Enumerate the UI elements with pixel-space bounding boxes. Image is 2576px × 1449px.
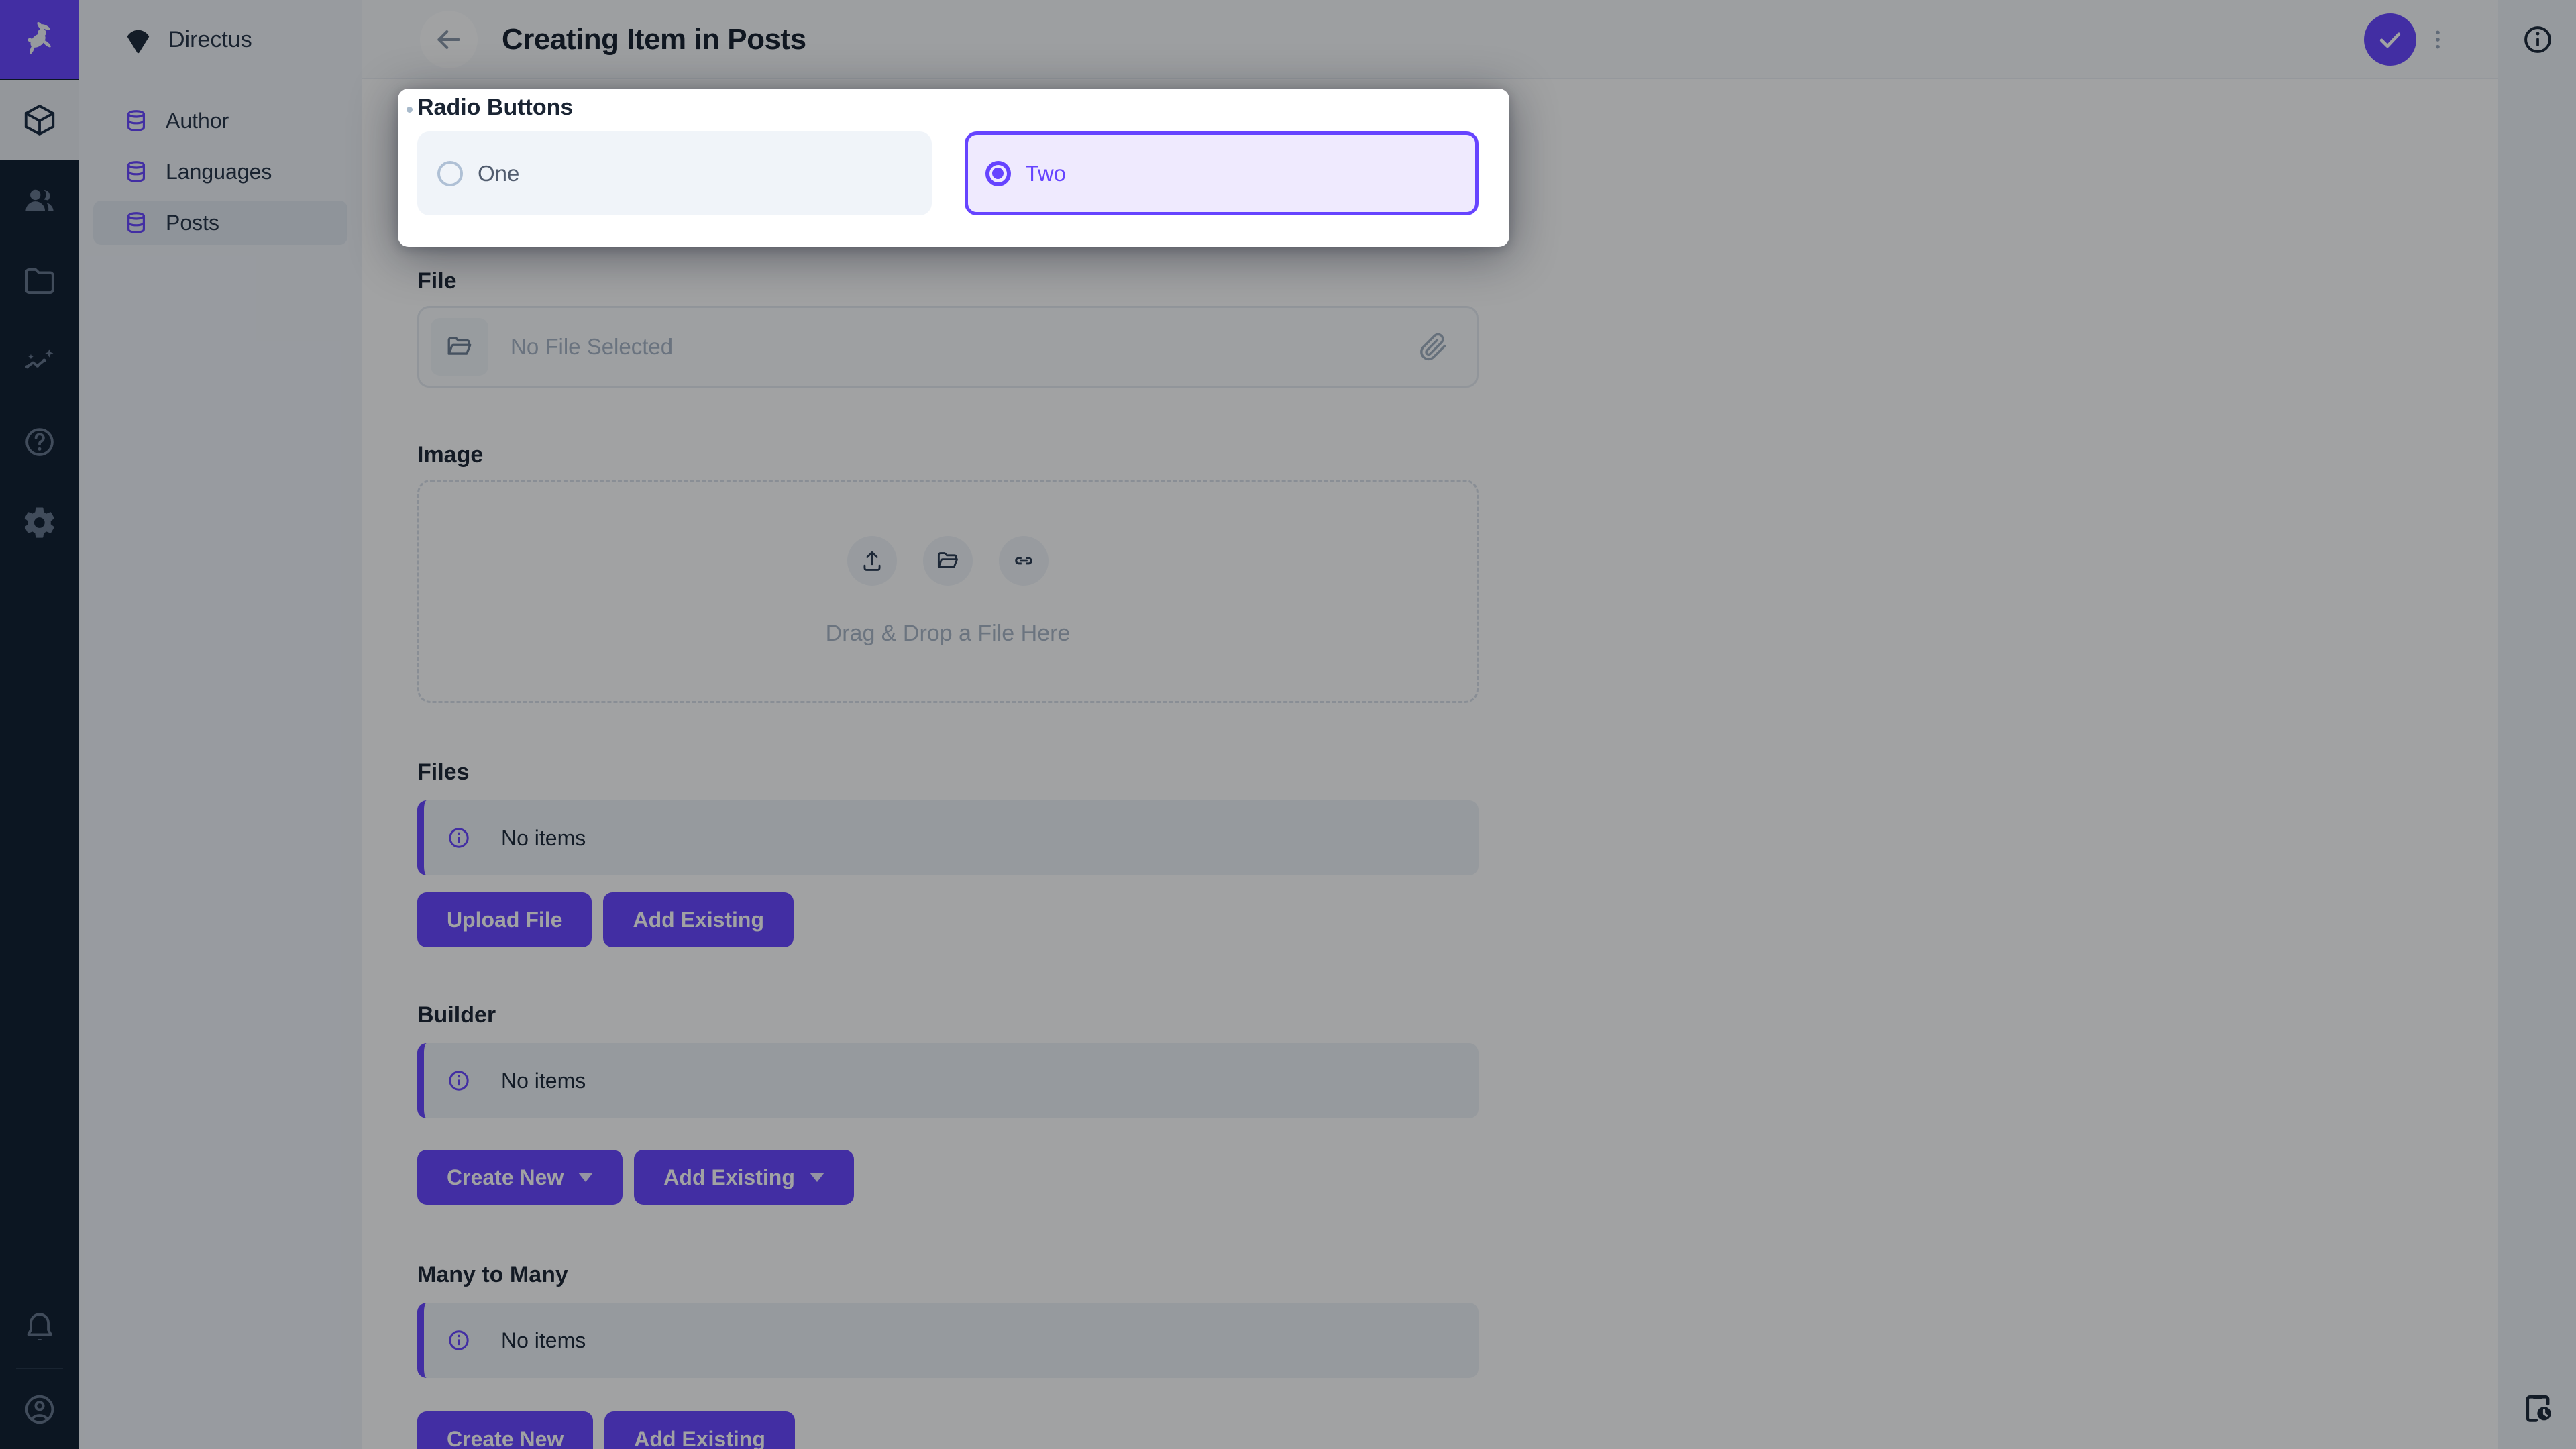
radio-option[interactable]: Two (965, 131, 1479, 215)
radio-field-label: Radio Buttons (417, 93, 573, 122)
radio-option-label: One (478, 161, 519, 186)
radio-option[interactable]: One (417, 131, 932, 215)
radio-checked-icon (985, 161, 1011, 186)
radio-buttons-field-card: Radio Buttons One Two (398, 89, 1509, 247)
required-dot (407, 107, 413, 113)
radio-unchecked-icon (437, 161, 463, 186)
radio-option-label: Two (1026, 161, 1067, 186)
radio-group: One Two (417, 131, 1479, 215)
